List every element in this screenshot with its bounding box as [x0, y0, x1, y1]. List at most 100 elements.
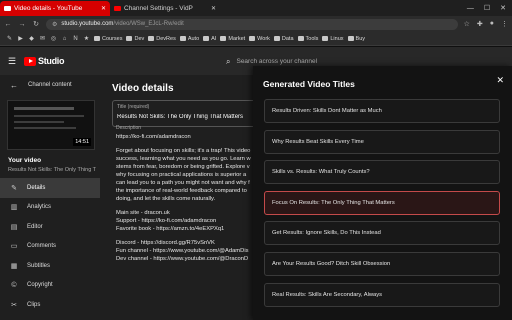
back-to-channel-content[interactable]: ← Channel content: [0, 75, 100, 95]
sidebar-item-label: Subtitles: [27, 262, 51, 269]
menu-kebab-icon[interactable]: ⋮: [501, 20, 508, 28]
bookmark-label: Tools: [305, 35, 319, 42]
bookmark-label: Market: [228, 35, 246, 42]
generated-titles-list: Results Driven: Skills Dont Matter as Mu…: [264, 99, 500, 313]
panel-title: Generated Video Titles: [263, 79, 355, 89]
minimize-icon[interactable]: —: [467, 5, 474, 12]
generated-title-item[interactable]: Are Your Results Good? Ditch Skill Obses…: [264, 251, 500, 276]
close-tab-icon[interactable]: ✕: [211, 5, 216, 12]
bookmark-icon-3[interactable]: ◆: [28, 35, 35, 42]
bookmark-icon-8[interactable]: ★: [83, 35, 90, 42]
reload-icon[interactable]: ↻: [32, 20, 40, 28]
bookmark-label: Courses: [102, 35, 123, 42]
description-field-label: Description: [116, 125, 142, 131]
bookmark-market[interactable]: Market: [220, 36, 245, 42]
description-line: Discord - https://discord.gg/R75vSnVK: [116, 240, 215, 246]
generated-title-item[interactable]: Skills vs. Results: What Truly Counts?: [264, 160, 500, 185]
browser-tab-video-details[interactable]: Video details - YouTube ✕: [0, 1, 110, 16]
profile-icon[interactable]: ●: [490, 20, 494, 28]
url-path: /video/WSw_EJcL-Rw/edit: [113, 21, 184, 27]
folder-icon: [94, 36, 100, 41]
close-window-icon[interactable]: ✕: [500, 4, 506, 12]
hamburger-menu-icon[interactable]: ☰: [8, 56, 22, 67]
sidebar-item-label: Editor: [27, 223, 43, 230]
generated-title-item[interactable]: Why Results Beat Skills Every Time: [264, 129, 500, 154]
bookmark-label: Data: [281, 35, 294, 42]
title-field-label: Title (required): [117, 104, 150, 110]
sidebar-item-clips[interactable]: ✂ Clips: [0, 295, 100, 315]
browser-tab-strip: Video details - YouTube ✕ Channel Settin…: [0, 0, 512, 16]
page-title: Video details: [112, 83, 174, 94]
back-icon[interactable]: ←: [4, 21, 12, 28]
folder-icon: [203, 36, 210, 41]
url-input[interactable]: ⚙ studio.youtube.com/video/WSw_EJcL-Rw/e…: [46, 18, 458, 30]
sidebar-item-copyright[interactable]: © Copyright: [0, 276, 100, 296]
sidebar-item-analytics[interactable]: ▥ Analytics: [0, 198, 100, 218]
generated-title-item[interactable]: Focus On Results: The Only Thing That Ma…: [264, 190, 500, 215]
window-controls: — ☐ ✕: [467, 0, 512, 16]
bookmark-auto[interactable]: Auto: [179, 36, 199, 42]
tab-label: Channel Settings - VidP: [124, 5, 193, 12]
generated-title-item[interactable]: Real Results: Skills Are Secondary, Alwa…: [264, 282, 500, 307]
bookmark-icon-4[interactable]: ✉: [39, 35, 46, 42]
search-placeholder: Search across your channel: [236, 58, 318, 65]
sidebar-item-details[interactable]: ✎ Details: [0, 178, 100, 198]
clips-icon: ✂: [11, 301, 17, 309]
folder-icon: [249, 36, 256, 41]
bookmark-label: Linux: [330, 35, 344, 42]
forward-icon[interactable]: →: [18, 21, 26, 28]
sidebar-item-comments[interactable]: ▭ Comments: [0, 237, 100, 257]
bookmark-devres[interactable]: DevRes: [148, 36, 176, 42]
bookmark-buy[interactable]: Buy: [347, 36, 365, 42]
description-line: the importance of real-world feedback co…: [116, 188, 247, 194]
description-line: Main site - dracon.uk: [116, 210, 170, 216]
description-line: can lead you to a path you might not wan…: [116, 180, 250, 186]
description-line: why focusing on practical applications i…: [116, 172, 247, 178]
folder-icon: [220, 36, 227, 41]
folder-icon: [126, 36, 133, 41]
bookmark-icon-6[interactable]: ⌂: [61, 36, 68, 42]
bookmark-ai[interactable]: AI: [203, 36, 216, 42]
folder-icon: [347, 36, 354, 41]
youtube-favicon-icon: [4, 6, 11, 11]
bookmark-dev[interactable]: Dev: [126, 36, 144, 42]
description-line: success, learning what you need as you g…: [116, 156, 251, 162]
youtube-favicon-icon: [114, 6, 121, 11]
bookmark-label: Dev: [134, 35, 145, 42]
tab-label: Video details - YouTube: [14, 5, 83, 12]
bookmark-icon-2[interactable]: ▶: [17, 35, 24, 42]
generated-title-item[interactable]: Results Driven: Skills Dont Matter as Mu…: [264, 99, 500, 123]
folder-icon: [148, 36, 155, 41]
sidebar-item-editor[interactable]: ▤ Editor: [0, 217, 100, 237]
browser-tab-channel-settings[interactable]: Channel Settings - VidP ✕: [110, 1, 220, 16]
address-bar: ← → ↻ ⚙ studio.youtube.com/video/WSw_EJc…: [0, 16, 512, 32]
extensions-icon[interactable]: ✚: [477, 20, 483, 28]
generated-title-item[interactable]: Get Results: Ignore Skills, Do This Inst…: [264, 221, 500, 246]
video-thumbnail[interactable]: 14:51: [7, 100, 95, 150]
description-line: Favorite book - https://amzn.to/4eEXPXq1: [116, 226, 225, 232]
close-panel-icon[interactable]: ✕: [496, 75, 504, 86]
left-sidebar: ← Channel content 14:51 Your video Resul…: [0, 75, 100, 320]
bookmark-tools[interactable]: Tools: [297, 35, 319, 42]
bookmark-icon-1[interactable]: ✎: [6, 35, 13, 42]
maximize-icon[interactable]: ☐: [484, 4, 490, 12]
studio-logo[interactable]: Studio: [24, 56, 65, 66]
bookmark-data[interactable]: Data: [273, 35, 294, 42]
close-tab-icon[interactable]: ✕: [101, 5, 106, 12]
sidebar-item-subtitles[interactable]: ▦ Subtitles: [0, 256, 100, 276]
generated-titles-panel: Generated Video Titles ✕ Results Driven:…: [253, 66, 512, 320]
sidebar-item-label: Clips: [27, 301, 41, 308]
bookmark-work[interactable]: Work: [249, 36, 270, 42]
folder-icon: [322, 36, 329, 41]
site-info-icon[interactable]: ⚙: [52, 21, 57, 28]
channel-content-label: Channel content: [28, 82, 72, 88]
bookmark-linux[interactable]: Linux: [322, 35, 344, 42]
sidebar-item-label: Analytics: [27, 204, 52, 211]
description-line: doing, and let the skills come naturally…: [116, 196, 216, 202]
bookmark-icon-7[interactable]: N: [72, 36, 79, 42]
bookmark-courses[interactable]: Courses: [94, 36, 122, 42]
star-icon[interactable]: ☆: [464, 20, 470, 28]
description-field[interactable]: Description https://ko-fi.com/adamdracon…: [112, 123, 260, 320]
bookmark-icon-5[interactable]: ◎: [50, 35, 57, 42]
folder-icon: [273, 36, 280, 41]
